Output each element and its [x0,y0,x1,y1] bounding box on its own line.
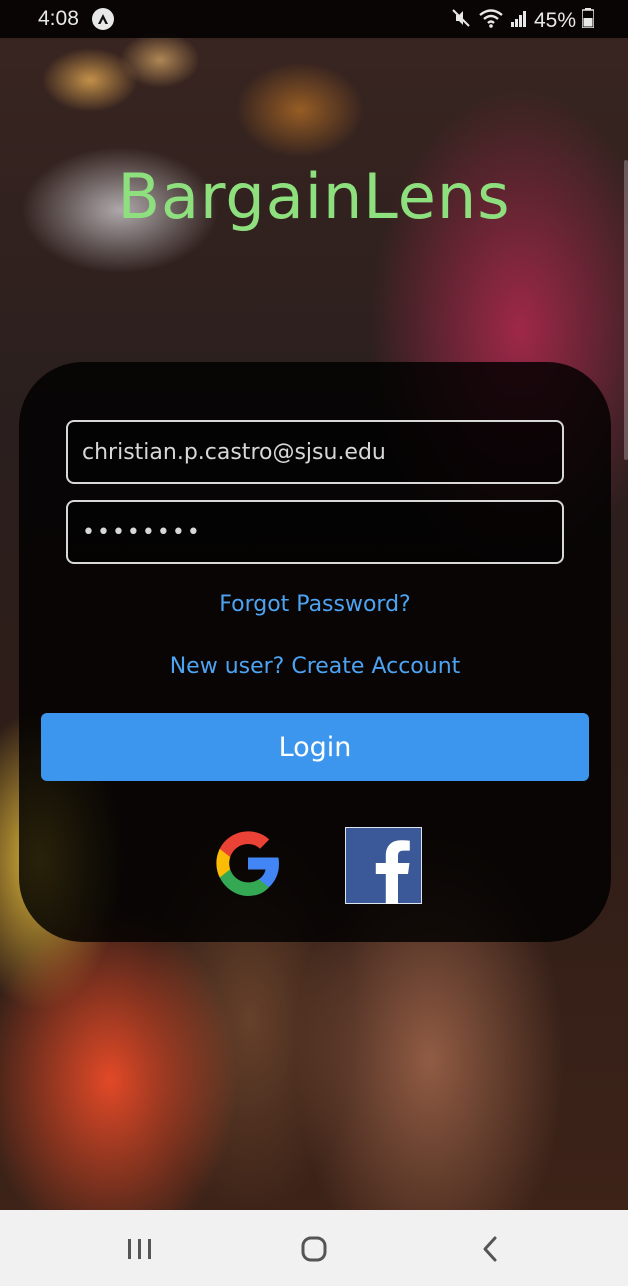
home-icon [301,1236,327,1262]
google-login-button[interactable] [209,825,287,903]
mute-icon [450,7,472,35]
battery-icon [581,8,595,34]
forgot-password-link[interactable]: Forgot Password? [19,592,611,617]
status-bar: 4:08 45% [0,0,628,38]
app-title: BargainLens [117,160,511,233]
battery-percent: 45% [533,9,576,32]
status-icons: 45% [450,7,595,35]
app-notification-icon [92,8,114,30]
recent-apps-button[interactable] [120,1230,160,1270]
back-icon [483,1236,497,1262]
google-icon [216,831,279,896]
password-field[interactable]: •••••••• [66,500,564,564]
login-card: christian.p.castro@sjsu.edu •••••••• For… [19,362,611,942]
signal-icon [510,8,528,34]
back-button[interactable] [470,1230,510,1270]
phone-screen: 4:08 45% BargainLens christian.p.castro@… [0,0,628,1286]
create-account-link[interactable]: New user? Create Account [19,654,611,679]
facebook-icon [344,826,423,905]
status-time: 4:08 [38,7,79,30]
email-field[interactable]: christian.p.castro@sjsu.edu [66,420,564,484]
facebook-login-button[interactable] [344,826,423,905]
wifi-icon [478,7,504,35]
login-button[interactable]: Login [41,713,589,781]
recent-apps-icon [128,1239,151,1259]
home-button[interactable] [294,1230,334,1270]
navigation-bar [0,1210,628,1286]
